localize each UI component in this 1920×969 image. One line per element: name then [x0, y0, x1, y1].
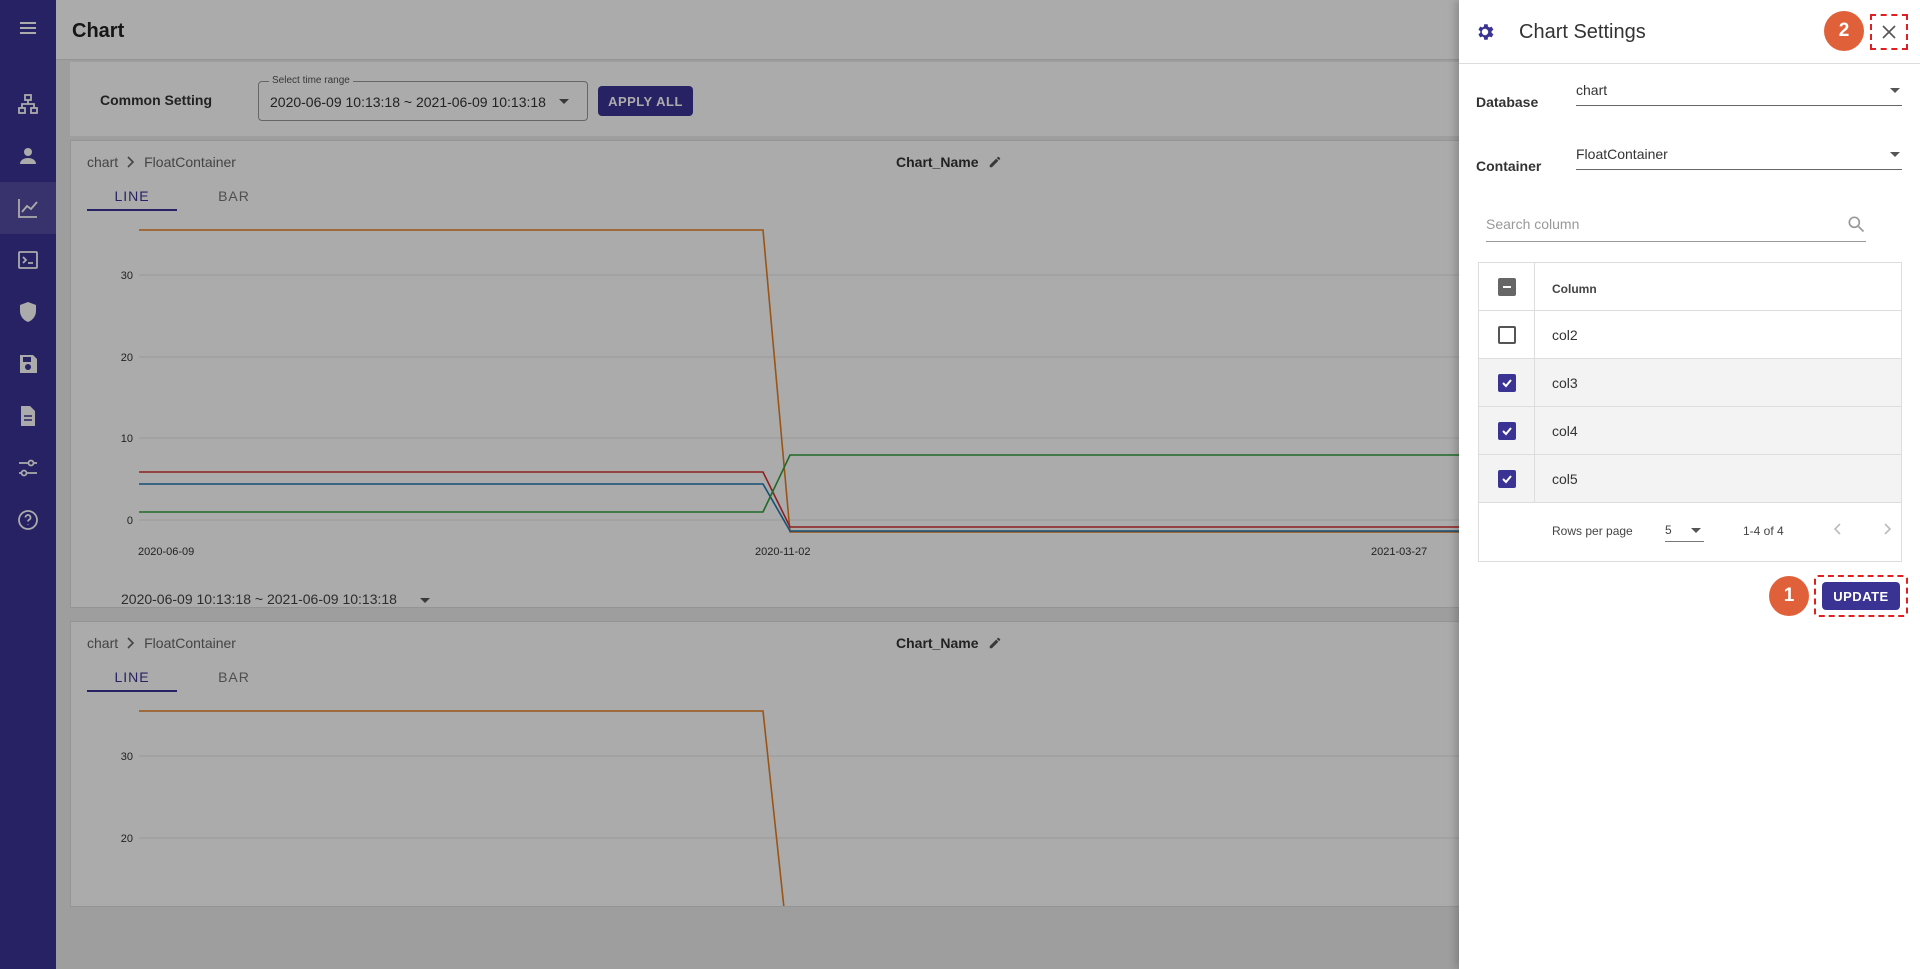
- check-icon: [1501, 378, 1512, 387]
- check-icon: [1501, 474, 1512, 483]
- close-icon: [1882, 25, 1896, 39]
- drawer-title: Chart Settings: [1519, 21, 1646, 43]
- rows-per-page-label: Rows per page: [1552, 524, 1633, 538]
- chevron-down-icon: [1691, 528, 1701, 533]
- close-button[interactable]: [1870, 14, 1908, 50]
- rows-per-page-select[interactable]: 5: [1665, 518, 1704, 542]
- chart-settings-drawer: Chart Settings 2 Database chart Containe…: [1459, 0, 1920, 969]
- database-select[interactable]: chart: [1576, 76, 1902, 106]
- container-label: Container: [1476, 158, 1542, 174]
- column-table: Column col2 col3 col4 col5 Rows per page…: [1478, 262, 1902, 562]
- step-badge: 2: [1824, 11, 1864, 51]
- update-button[interactable]: UPDATE: [1822, 582, 1900, 610]
- checkbox-cell: [1479, 359, 1535, 406]
- step-badge: 1: [1769, 576, 1809, 616]
- table-row[interactable]: col3: [1479, 359, 1901, 407]
- checkbox-cell: [1479, 455, 1535, 502]
- table-row[interactable]: col4: [1479, 407, 1901, 455]
- search-input[interactable]: [1486, 216, 1826, 232]
- minus-icon: [1502, 285, 1511, 288]
- select-all-cell: [1479, 263, 1535, 310]
- column-search: [1486, 208, 1866, 242]
- table-header-row: Column: [1479, 263, 1901, 311]
- database-label: Database: [1476, 94, 1539, 110]
- column-name: col4: [1552, 423, 1578, 439]
- table-row[interactable]: col5: [1479, 455, 1901, 503]
- modal-backdrop[interactable]: [0, 0, 1459, 969]
- page-info: 1-4 of 4: [1743, 524, 1784, 538]
- chevron-down-icon: [1890, 88, 1900, 93]
- row-checkbox[interactable]: [1497, 421, 1516, 440]
- table-pagination: Rows per page 5 1-4 of 4: [1479, 503, 1901, 559]
- row-checkbox[interactable]: [1497, 373, 1516, 392]
- row-checkbox[interactable]: [1497, 325, 1516, 344]
- check-icon: [1501, 426, 1512, 435]
- chevron-right-icon[interactable]: [1880, 522, 1894, 536]
- select-all-checkbox[interactable]: [1497, 277, 1516, 296]
- search-icon[interactable]: [1846, 214, 1866, 234]
- column-name: col3: [1552, 375, 1578, 391]
- gear-icon: [1478, 24, 1494, 40]
- database-value: chart: [1576, 82, 1608, 98]
- checkbox-cell: [1479, 407, 1535, 454]
- checkbox-cell: [1479, 311, 1535, 358]
- column-header: Column: [1552, 282, 1597, 296]
- drawer-header: Chart Settings 2: [1459, 0, 1920, 64]
- column-name: col2: [1552, 327, 1578, 343]
- rows-per-page-value: 5: [1665, 523, 1672, 537]
- chevron-down-icon: [1890, 152, 1900, 157]
- chevron-left-icon[interactable]: [1831, 522, 1845, 536]
- container-select[interactable]: FloatContainer: [1576, 140, 1902, 170]
- row-checkbox[interactable]: [1497, 469, 1516, 488]
- table-row[interactable]: col2: [1479, 311, 1901, 359]
- container-value: FloatContainer: [1576, 146, 1668, 162]
- column-name: col5: [1552, 471, 1578, 487]
